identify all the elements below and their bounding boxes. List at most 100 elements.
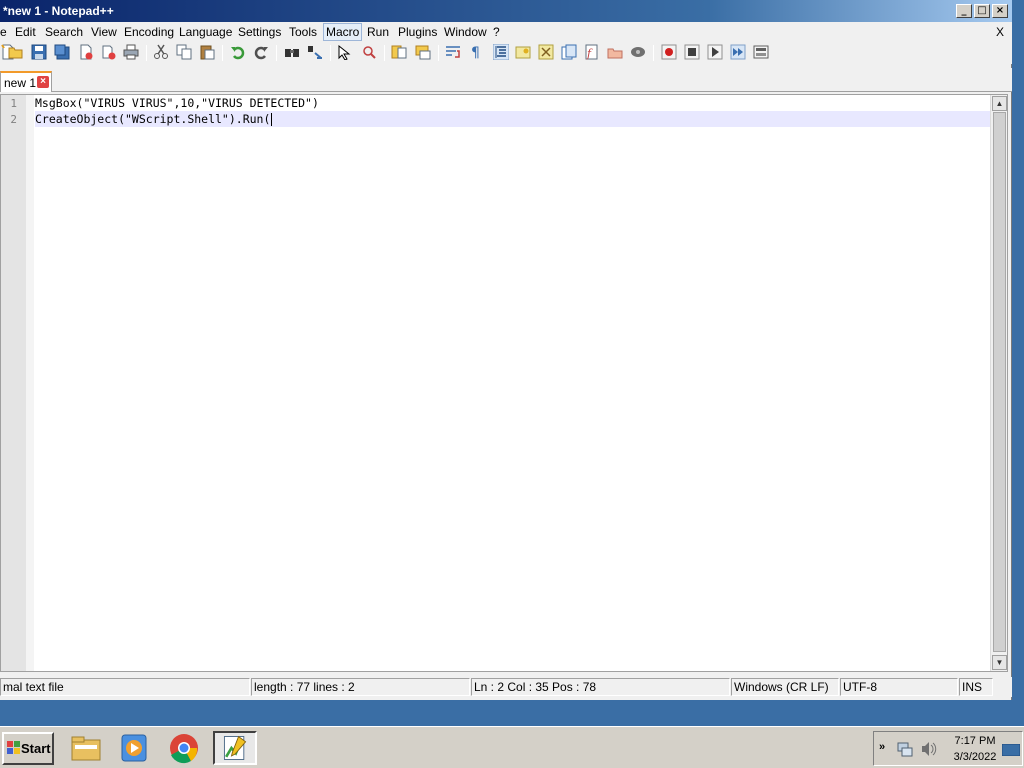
minimize-button[interactable]: _ (956, 4, 972, 18)
close-button[interactable]: × (992, 4, 1008, 18)
copy-icon[interactable] (176, 44, 192, 60)
fold-margin[interactable] (26, 95, 34, 671)
toolbar-separator (330, 45, 331, 61)
paste-icon[interactable] (199, 44, 215, 60)
print-icon[interactable] (123, 44, 139, 60)
save-icon[interactable] (31, 44, 47, 60)
status-insert-mode: INS (959, 678, 993, 696)
doc-map-icon[interactable] (538, 44, 554, 60)
close-document-button[interactable]: X (996, 25, 1004, 39)
toolbar: ¶ f (0, 42, 1012, 64)
toolbar-separator (146, 45, 147, 61)
code-line[interactable]: MsgBox("VIRUS VIRUS",10,"VIRUS DETECTED"… (35, 95, 990, 111)
zoom-in-icon[interactable] (337, 44, 353, 60)
clock-date[interactable]: 3/3/2022 (951, 751, 999, 763)
line-number: 1 (10, 97, 17, 110)
scroll-up-button[interactable]: ▲ (992, 96, 1007, 111)
media-player-icon[interactable] (112, 731, 156, 765)
taskbar: Start » 7:17 PM 3/3/2022 (0, 726, 1024, 768)
replace-icon[interactable] (307, 44, 323, 60)
scroll-down-button[interactable]: ▼ (992, 655, 1007, 670)
code-line-current[interactable]: CreateObject("WScript.Shell").Run( (35, 111, 990, 127)
menu-macro[interactable]: Macro (323, 23, 363, 41)
toolbar-separator (653, 45, 654, 61)
doc-list-icon[interactable] (561, 44, 577, 60)
save-all-icon[interactable] (54, 44, 70, 60)
cut-icon[interactable] (153, 44, 169, 60)
title-bar[interactable]: *new 1 - Notepad++ _ □ × (0, 0, 1012, 22)
tab-new-1[interactable]: new 1 × (0, 71, 52, 92)
sync-horizontal-icon[interactable] (415, 44, 431, 60)
menu-language[interactable]: Language (179, 25, 232, 39)
status-file-type: mal text file (0, 678, 250, 696)
menu-search[interactable]: Search (45, 25, 83, 39)
tray-expand-icon[interactable]: » (879, 741, 885, 753)
redo-icon[interactable] (253, 44, 269, 60)
status-encoding: UTF-8 (840, 678, 958, 696)
menu-bar: e Edit Search View Encoding Language Set… (0, 22, 1012, 42)
vertical-scrollbar[interactable]: ▲ ▼ (990, 95, 1007, 671)
run-macro-multiple-icon[interactable] (730, 44, 746, 60)
toolbar-separator (276, 45, 277, 61)
save-macro-icon[interactable] (753, 44, 769, 60)
sync-vertical-icon[interactable] (391, 44, 407, 60)
notepad-plus-plus-icon[interactable] (213, 731, 257, 765)
scroll-thumb[interactable] (993, 112, 1006, 652)
text-caret (271, 113, 273, 126)
menu-window[interactable]: Window (444, 25, 487, 39)
show-desktop-icon[interactable] (1002, 744, 1020, 756)
function-list-icon[interactable]: f (584, 44, 600, 60)
tab-label: new 1 (4, 76, 37, 90)
close-all-icon[interactable] (101, 44, 117, 60)
status-length: length : 77 lines : 2 (251, 678, 470, 696)
status-eol: Windows (CR LF) (731, 678, 839, 696)
status-bar: mal text file length : 77 lines : 2 Ln :… (0, 677, 1012, 697)
windows-logo-icon (7, 741, 20, 754)
maximize-button[interactable]: □ (974, 4, 990, 18)
window-title: *new 1 - Notepad++ (3, 4, 114, 18)
toolbar-separator (222, 45, 223, 61)
volume-icon[interactable] (920, 740, 938, 758)
toolbar-separator (384, 45, 385, 61)
text-editor[interactable]: 1 2 MsgBox("VIRUS VIRUS",10,"VIRUS DETEC… (0, 94, 1008, 672)
menu-tools[interactable]: Tools (289, 25, 317, 39)
file-explorer-icon[interactable] (64, 731, 108, 765)
close-file-icon[interactable] (78, 44, 94, 60)
open-file-icon[interactable] (8, 44, 24, 60)
folder-workspace-icon[interactable] (607, 44, 623, 60)
line-number: 2 (10, 113, 17, 126)
play-macro-icon[interactable] (707, 44, 723, 60)
code-text: MsgBox("VIRUS VIRUS",10,"VIRUS DETECTED"… (35, 96, 319, 110)
svg-text:¶: ¶ (471, 45, 480, 60)
menu-edit[interactable]: Edit (15, 25, 36, 39)
tab-bar: new 1 × (0, 68, 1012, 92)
menu-file[interactable]: e (0, 25, 7, 39)
menu-run[interactable]: Run (367, 25, 389, 39)
word-wrap-icon[interactable] (445, 44, 461, 60)
show-all-chars-icon[interactable]: ¶ (468, 44, 484, 60)
start-button[interactable]: Start (2, 732, 54, 765)
stop-macro-icon[interactable] (684, 44, 700, 60)
code-text: CreateObject("WScript.Shell").Run( (35, 112, 271, 126)
indent-guide-icon[interactable] (493, 44, 509, 60)
start-label: Start (21, 741, 51, 756)
system-tray: » 7:17 PM 3/3/2022 (873, 731, 1023, 766)
notepad-window: *new 1 - Notepad++ _ □ × e Edit Search V… (0, 0, 1012, 700)
status-position: Ln : 2 Col : 35 Pos : 78 (471, 678, 730, 696)
menu-encoding[interactable]: Encoding (124, 25, 174, 39)
menu-help[interactable]: ? (493, 25, 500, 39)
menu-plugins[interactable]: Plugins (398, 25, 437, 39)
network-icon[interactable] (896, 740, 914, 758)
user-language-icon[interactable] (515, 44, 531, 60)
menu-settings[interactable]: Settings (238, 25, 281, 39)
find-icon[interactable] (284, 44, 300, 60)
undo-icon[interactable] (230, 44, 246, 60)
menu-view[interactable]: View (91, 25, 117, 39)
clock-time[interactable]: 7:17 PM (951, 735, 999, 747)
record-macro-icon[interactable] (661, 44, 677, 60)
monitoring-icon[interactable] (630, 44, 646, 60)
tab-close-icon[interactable]: × (37, 76, 49, 88)
zoom-out-icon[interactable] (361, 44, 377, 60)
chrome-icon[interactable] (162, 731, 206, 765)
toolbar-separator (438, 45, 439, 61)
